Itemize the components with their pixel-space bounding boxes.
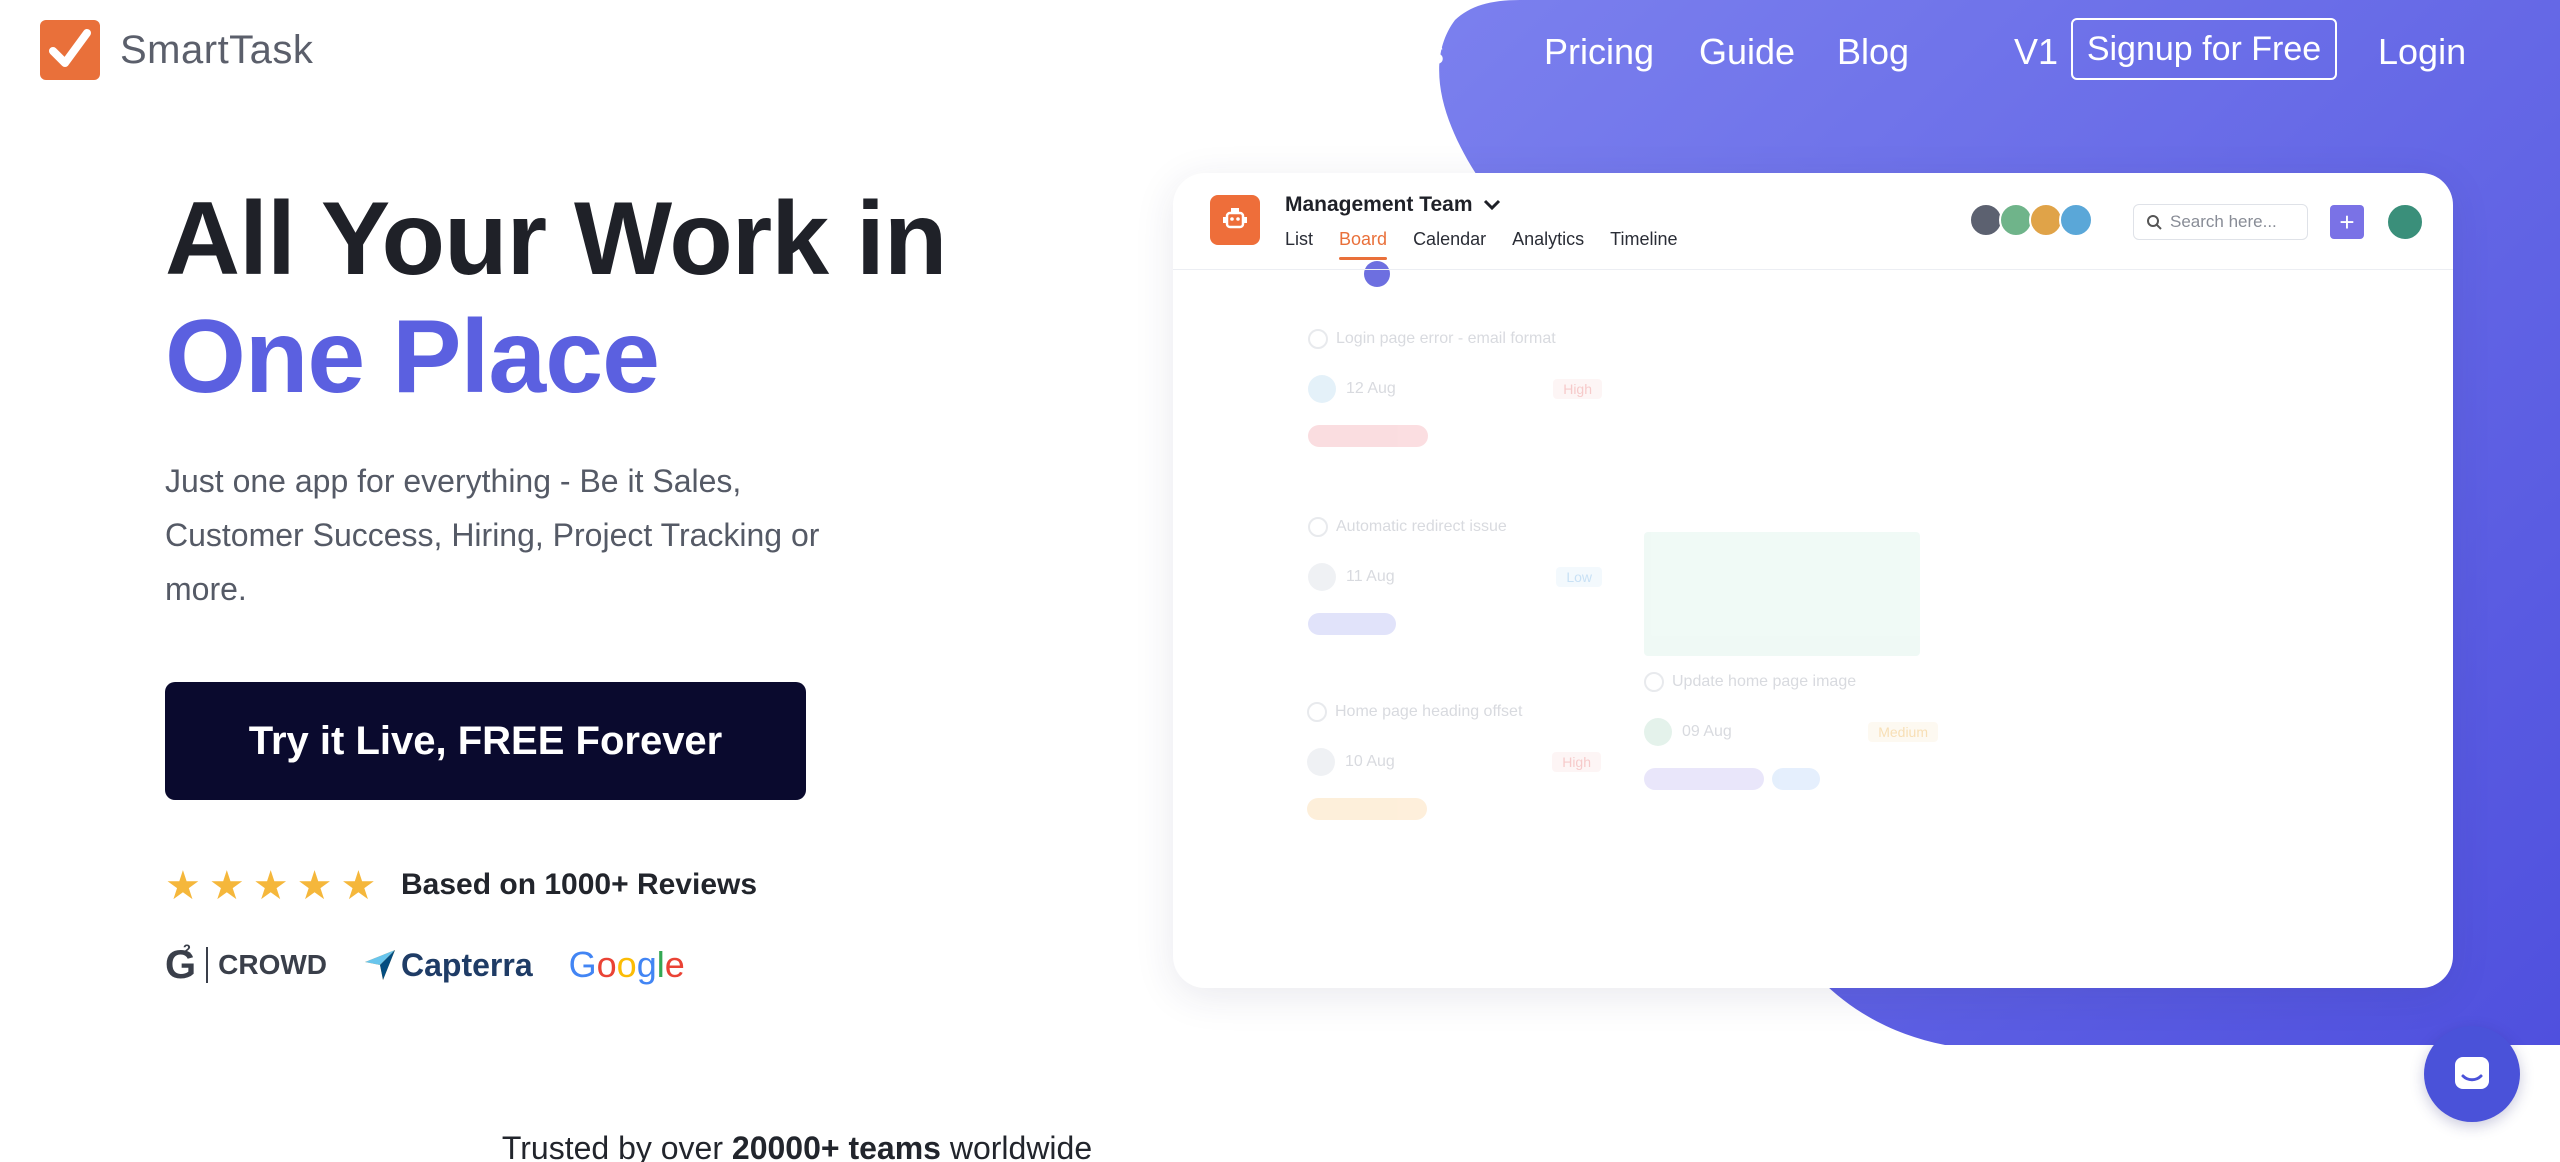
task-date: 12 Aug [1346,380,1396,397]
signup-button[interactable]: Signup for Free [2071,18,2337,80]
check-icon [1307,702,1327,722]
team-selector[interactable]: Management Team [1285,193,1501,217]
hero-title: All Your Work in One Place [165,180,947,416]
check-icon [1308,329,1328,349]
team-robot-icon [1210,195,1260,245]
tab-analytics[interactable]: Analytics [1512,229,1584,250]
task-title: Automatic redirect issue [1336,518,1507,535]
rating-stars: ★ ★ ★ ★ ★ [165,866,376,906]
team-name: Management Team [1285,193,1473,216]
task-card[interactable]: Update home page image 09 Aug Medium [1644,670,1944,790]
priority-badge: Medium [1868,722,1938,742]
star-icon: ★ [208,864,245,908]
hero-title-line1: All Your Work in [165,181,947,297]
trusted-suffix: worldwide [940,1130,1093,1162]
task-date: 11 Aug [1346,568,1395,585]
task-board: Login page error - email format 12 Aug Hi… [1173,270,2453,988]
nav-item-v1[interactable]: V1 [2014,22,2058,82]
login-link[interactable]: Login [2378,22,2466,82]
hero-title-line2: One Place [165,299,660,415]
search-icon [2147,215,2162,230]
priority-badge: Low [1556,567,1602,587]
avatar [2029,203,2063,237]
avatar [1999,203,2033,237]
member-avatars[interactable] [1969,203,2093,237]
chevron-down-icon [1483,199,1500,211]
try-live-button[interactable]: Try it Live, FREE Forever [165,682,806,800]
search-placeholder: Search here... [2170,212,2277,231]
hero-subtitle: Just one app for everything - Be it Sale… [165,463,820,607]
review-sites: G 2 CROWD Capterra Google [165,940,685,988]
task-title: Home page heading offset [1335,703,1523,720]
logo[interactable]: SmartTask [40,20,313,80]
add-button[interactable]: + [2330,205,2364,239]
trusted-line: Trusted by over 20000+ teams worldwide [0,1130,1594,1162]
tab-calendar[interactable]: Calendar [1413,229,1486,250]
chat-icon [2455,1057,2489,1089]
tab-list[interactable]: List [1285,229,1313,250]
star-icon: ★ [296,864,333,908]
logo-check-icon [40,20,100,80]
trusted-prefix: Trusted by over [501,1130,732,1162]
avatar [1969,203,2003,237]
task-card[interactable]: Home page heading offset 10 Aug High [1307,700,1607,820]
star-icon: ★ [252,864,289,908]
task-card[interactable]: Automatic redirect issue 11 Aug Low [1308,515,1608,635]
task-title: Login page error - email format [1336,330,1556,347]
tab-timeline[interactable]: Timeline [1610,229,1677,250]
capterra-logo: Capterra [363,947,533,984]
check-icon [1644,672,1664,692]
priority-badge: High [1553,379,1602,399]
app-preview-card: Management Team List Board Calendar Anal… [1173,173,2453,988]
task-title: Update home page image [1672,673,1857,690]
avatar [1308,375,1336,403]
nav-item-blog[interactable]: Blog [1837,22,1909,82]
nav-item-guide[interactable]: Guide [1699,22,1795,82]
task-image-thumbnail [1644,532,1920,656]
task-card[interactable]: Login page error - email format 12 Aug Hi… [1308,327,1608,447]
tag-pill [1308,425,1428,447]
task-date: 10 Aug [1345,753,1395,770]
nav-item-pricing[interactable]: Pricing [1544,22,1654,82]
avatar [1644,718,1672,746]
star-icon: ★ [340,864,377,908]
search-box[interactable]: Search here... [2133,204,2308,240]
task-date: 09 Aug [1682,723,1732,740]
star-icon: ★ [165,864,201,908]
avatar [1308,563,1336,591]
tag-pill [1644,768,1764,790]
g2-crowd-logo: G 2 CROWD [165,940,327,987]
check-icon [1308,517,1328,537]
tag-pill [1772,768,1820,790]
chat-button[interactable] [2424,1026,2520,1122]
avatar [2059,203,2093,237]
nav-item-templates[interactable]: Templates [1392,22,1444,82]
tag-pill [1308,613,1396,635]
user-avatar[interactable] [2386,203,2424,241]
tab-board[interactable]: Board [1339,229,1388,260]
view-tabs: List Board Calendar Analytics Timeline [1285,229,1678,260]
priority-badge: High [1552,752,1601,772]
tag-pill [1307,798,1427,820]
logo-text: SmartTask [120,27,314,72]
trusted-highlight: 20000+ teams [731,1130,941,1162]
avatar [1307,748,1335,776]
google-logo: Google [568,944,685,985]
reviews-text: Based on 1000+ Reviews [401,868,758,901]
